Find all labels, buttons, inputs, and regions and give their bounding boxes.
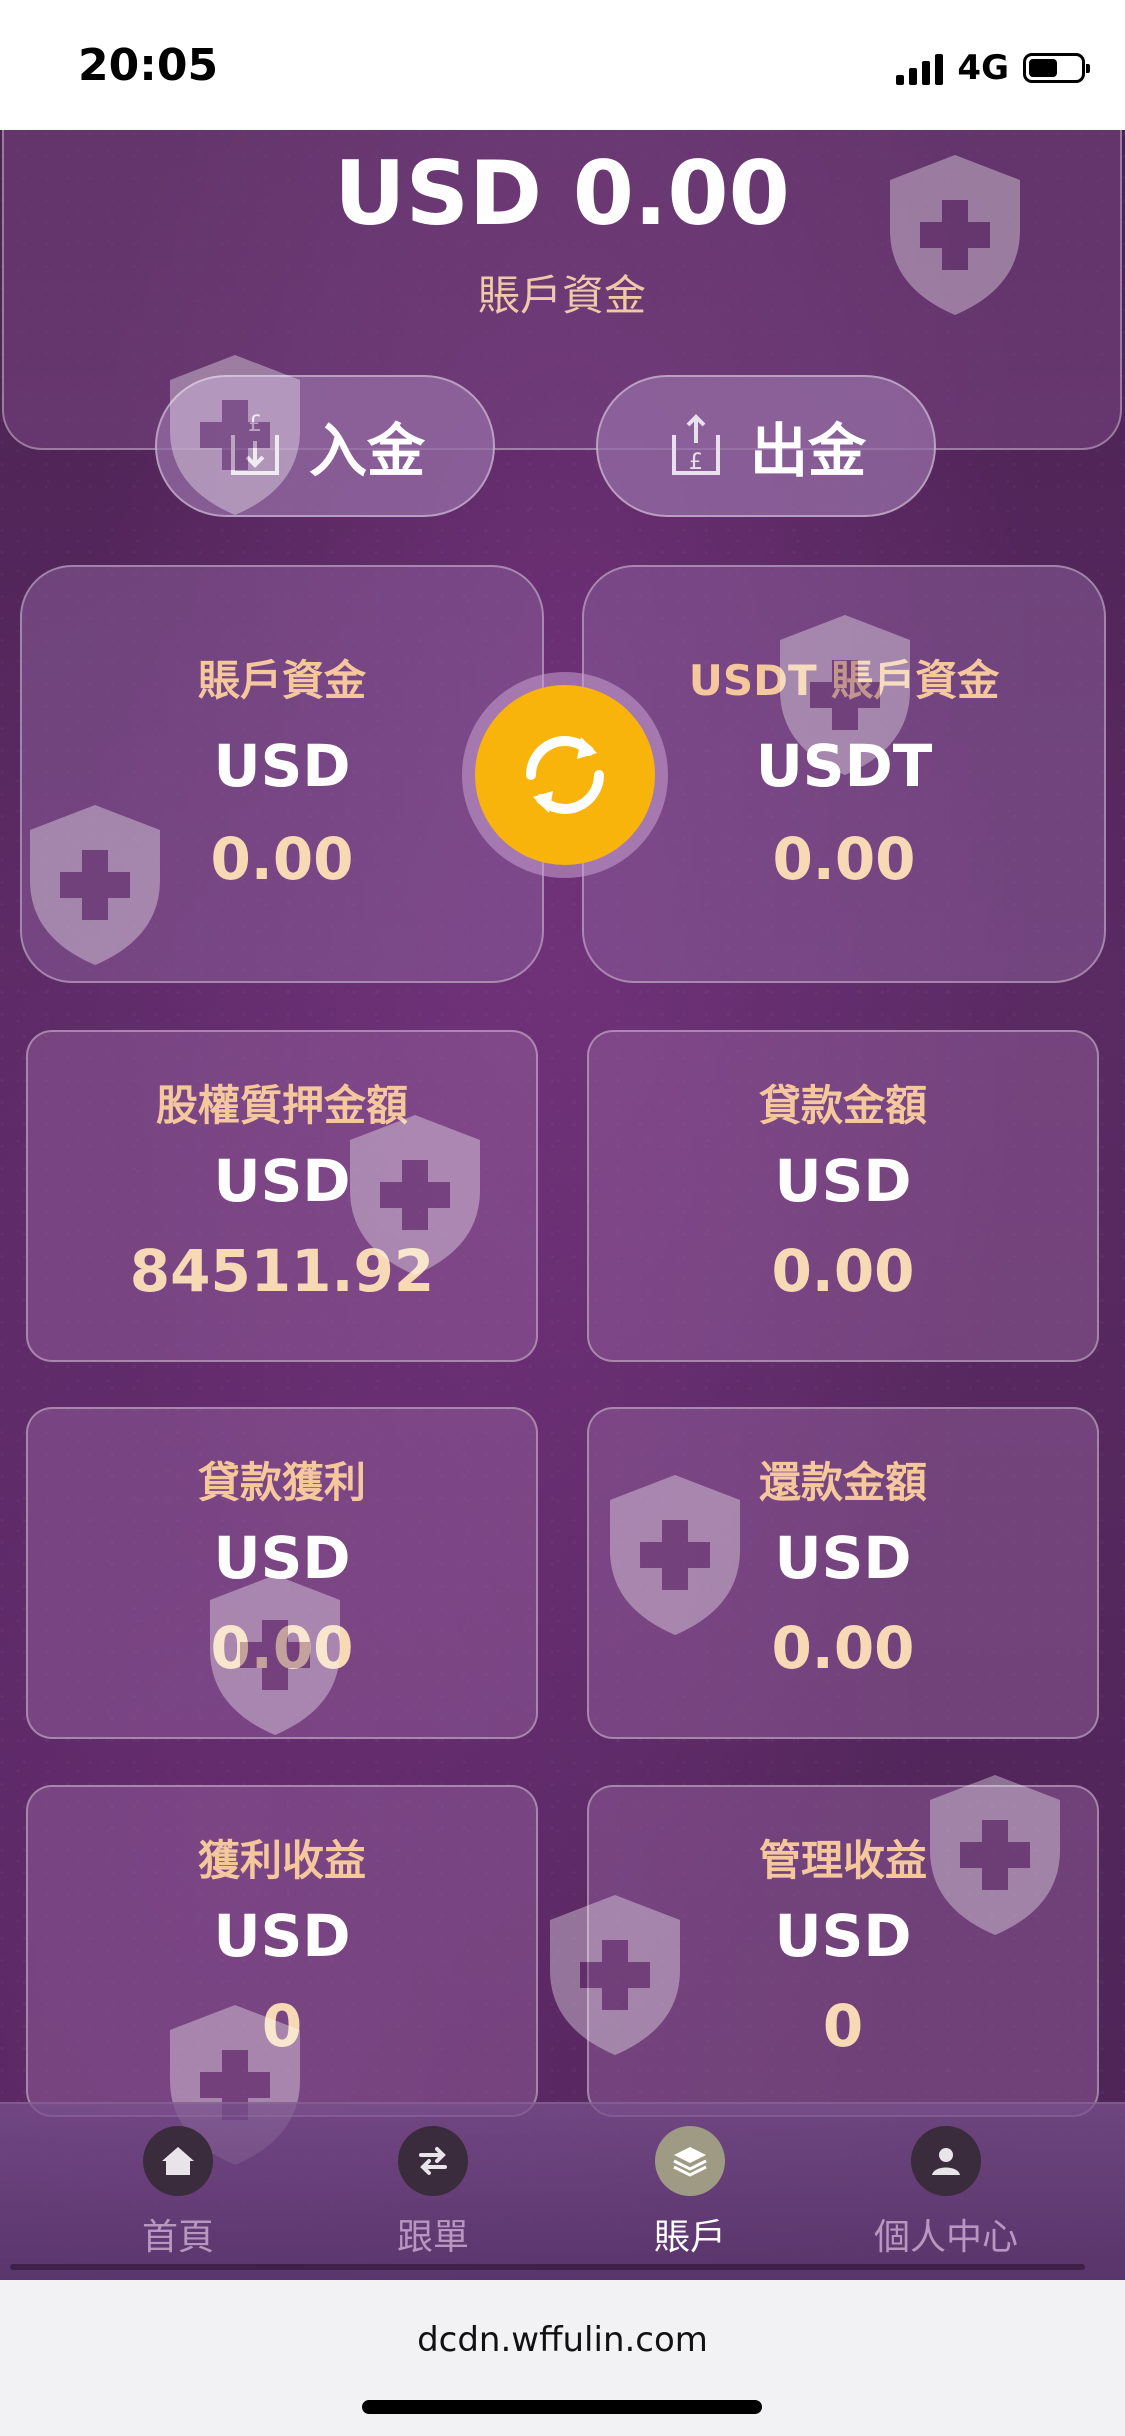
bottom-nav: 首頁 跟單 賬戶 個人中心 [0, 2102, 1125, 2282]
nav-divider [10, 2264, 1085, 2270]
home-icon [143, 2126, 213, 2196]
card-currency: USD [213, 1902, 351, 1970]
card-value: 0.00 [771, 1237, 915, 1305]
nav-label: 首頁 [141, 2217, 214, 2258]
withdraw-icon: £ [671, 414, 720, 475]
exchange-inner [475, 685, 655, 865]
layers-icon [655, 2126, 725, 2196]
nav-label: 個人中心 [873, 2217, 1018, 2258]
swap-icon [398, 2126, 468, 2196]
watermark-shield-icon [890, 155, 1020, 315]
nav-profile[interactable]: 個人中心 [846, 2126, 1046, 2260]
loan-amount-card[interactable]: 貸款金額 USD 0.00 [587, 1030, 1099, 1362]
browser-bar: dcdn.wffulin.com [0, 2280, 1125, 2436]
svg-text:£: £ [689, 450, 703, 475]
exchange-button[interactable] [462, 672, 668, 878]
battery-icon [1023, 53, 1090, 83]
watermark-shield-icon [610, 1475, 740, 1635]
user-icon [911, 2126, 981, 2196]
signal-icon [896, 51, 944, 85]
status-time: 20:05 [78, 40, 219, 91]
card-title: 貸款金額 [758, 1081, 927, 1130]
card-value: 0.00 [772, 825, 916, 893]
nav-label: 跟單 [396, 2217, 469, 2258]
watermark-shield-icon [210, 1575, 340, 1735]
network-type: 4G [957, 48, 1009, 88]
status-indicators: 4G [896, 48, 1090, 88]
card-title: 賬戶資金 [197, 656, 366, 705]
home-indicator[interactable] [362, 2400, 762, 2414]
nav-label: 賬戶 [653, 2217, 726, 2258]
refresh-icon [526, 736, 604, 814]
deposit-label: 入金 [308, 417, 425, 485]
watermark-shield-icon [350, 1115, 480, 1275]
card-title: 獲利收益 [197, 1836, 366, 1885]
watermark-shield-icon [550, 1895, 680, 2055]
watermark-shield-icon [30, 805, 160, 965]
status-bar: 20:05 4G [0, 0, 1125, 130]
watermark-shield-icon [780, 615, 910, 775]
withdraw-label: 出金 [749, 417, 866, 485]
app-content[interactable]: USD 0.00 賬戶資金 £ 入金 £ 出金 賬戶資金 USD 0.00 US… [0, 130, 1125, 2280]
watermark-shield-icon [930, 1775, 1060, 1935]
url-label[interactable]: dcdn.wffulin.com [0, 2320, 1125, 2360]
nav-account[interactable]: 賬戶 [590, 2126, 790, 2260]
card-title: 貸款獲利 [197, 1458, 366, 1507]
nav-follow[interactable]: 跟單 [333, 2126, 533, 2260]
nav-home[interactable]: 首頁 [78, 2126, 278, 2260]
withdraw-button[interactable]: £ 出金 [596, 375, 936, 517]
card-currency: USD [774, 1147, 912, 1215]
watermark-shield-icon [170, 355, 300, 515]
battery-level [1029, 59, 1057, 77]
